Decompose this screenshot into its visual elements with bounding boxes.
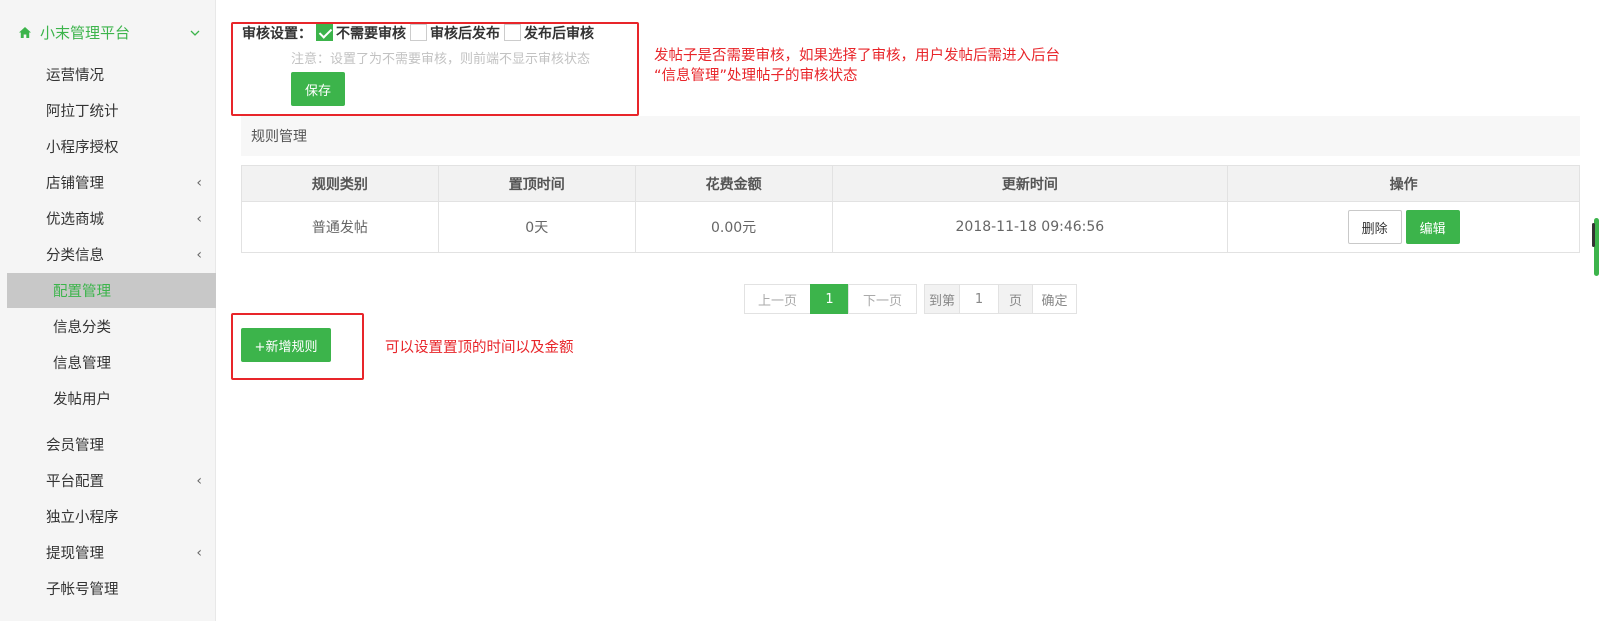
option-no-review-label[interactable]: 不需要审核 (336, 23, 406, 43)
chevron-left-icon: ‹ (196, 544, 202, 561)
sidebar-item-label: 运营情况 (46, 68, 104, 84)
sidebar-item-standalone-miniapp[interactable]: 独立小程序 (0, 499, 216, 534)
option-no-review-checkbox[interactable] (316, 24, 333, 41)
edit-button[interactable]: 编辑 (1405, 210, 1460, 244)
sidebar-item-label: 子帐号管理 (46, 582, 119, 598)
sidebar-item-config[interactable]: 配置管理 (7, 273, 216, 308)
save-button[interactable]: 保存 (291, 72, 345, 106)
pagination-page-unit: 页 (998, 284, 1033, 314)
scrollbar-thumb[interactable] (1592, 223, 1595, 247)
cell-actions: 删除 编辑 (1227, 201, 1580, 253)
sidebar-item-info-manage[interactable]: 信息管理 (0, 345, 216, 380)
cell-cost: 0.00元 (634, 201, 833, 253)
column-header-actions: 操作 (1227, 165, 1580, 202)
column-header-cost: 花费金额 (634, 165, 833, 202)
sidebar-item-label: 配置管理 (53, 284, 111, 300)
sidebar-item-miniapp-auth[interactable]: 小程序授权 (0, 129, 216, 164)
review-annotation-line2: “信息管理”处理帖子的审核状态 (654, 68, 858, 84)
add-rule-annotation: 可以设置置顶的时间以及金额 (385, 340, 574, 356)
sidebar: 小末管理平台 运营情况 阿拉丁统计 小程序授权 店铺管理 ‹ 优选商城 ‹ 分类信息… (0, 0, 216, 621)
sidebar-item-label: 分类信息 (46, 248, 104, 264)
chevron-left-icon: ‹ (196, 472, 202, 489)
pagination-confirm-button[interactable]: 确定 (1032, 284, 1077, 314)
rules-section-header: 规则管理 (241, 116, 1580, 156)
cell-updated: 2018-11-18 09:46:56 (831, 201, 1229, 253)
sidebar-item-label: 会员管理 (46, 438, 104, 454)
sidebar-item-label: 信息分类 (53, 320, 111, 336)
review-annotation-line1: 发帖子是否需要审核，如果选择了审核，用户发帖后需进入后台 (654, 48, 1060, 64)
sidebar-item-label: 独立小程序 (46, 510, 119, 526)
sidebar-item-label: 店铺管理 (46, 176, 104, 192)
sidebar-item-label: 提现管理 (46, 546, 104, 562)
table-header-row: 规则类别 置顶时间 花费金额 更新时间 操作 (241, 165, 1580, 202)
chevron-left-icon: ‹ (196, 174, 202, 191)
sidebar-item-subaccounts[interactable]: 子帐号管理 (0, 571, 216, 606)
option-review-before-publish-label[interactable]: 审核后发布 (430, 23, 500, 43)
sidebar-item-label: 发帖用户 (53, 392, 111, 408)
sidebar-item-operations[interactable]: 运营情况 (0, 57, 216, 92)
table-row: 普通发帖 0天 0.00元 2018-11-18 09:46:56 删除 编辑 (241, 201, 1580, 253)
option-review-before-publish-checkbox[interactable] (410, 24, 427, 41)
review-note: 注意：设置了为不需要审核，则前端不显示审核状态 (291, 52, 591, 67)
sidebar-item-aladdin-stats[interactable]: 阿拉丁统计 (0, 93, 216, 128)
option-review-after-publish-checkbox[interactable] (504, 24, 521, 41)
sidebar-item-label: 平台配置 (46, 474, 104, 490)
sidebar-header-title: 小末管理平台 (40, 23, 131, 42)
rules-table: 规则类别 置顶时间 花费金额 更新时间 操作 普通发帖 0天 0.00元 201… (241, 165, 1580, 253)
add-rule-button[interactable]: +新增规则 (241, 328, 331, 362)
chevron-left-icon: ‹ (196, 210, 202, 227)
delete-button[interactable]: 删除 (1347, 210, 1402, 244)
sidebar-item-label: 阿拉丁统计 (46, 104, 119, 120)
sidebar-item-members[interactable]: 会员管理 (0, 427, 216, 462)
sidebar-item-info-category[interactable]: 信息分类 (0, 309, 216, 344)
column-header-updated: 更新时间 (831, 165, 1229, 202)
sidebar-item-withdraw[interactable]: 提现管理 ‹ (0, 535, 216, 570)
column-header-category: 规则类别 (241, 165, 439, 202)
sidebar-header[interactable]: 小末管理平台 (0, 14, 216, 50)
sidebar-item-label: 信息管理 (53, 356, 111, 372)
home-icon (16, 26, 34, 39)
sidebar-item-store[interactable]: 店铺管理 ‹ (0, 165, 216, 200)
column-header-top-time: 置顶时间 (437, 165, 636, 202)
chevron-left-icon: ‹ (196, 246, 202, 263)
pagination-page-input[interactable]: 1 (959, 284, 999, 314)
review-settings-label: 审核设置： (242, 26, 312, 42)
pagination-goto-label: 到第 (924, 284, 960, 314)
option-review-after-publish-label[interactable]: 发布后审核 (524, 23, 594, 43)
cell-top-time: 0天 (437, 201, 636, 253)
sidebar-item-label: 优选商城 (46, 212, 104, 228)
sidebar-item-post-users[interactable]: 发帖用户 (0, 381, 216, 416)
pagination-page-1[interactable]: 1 (810, 284, 849, 314)
pagination-prev[interactable]: 上一页 (744, 284, 811, 314)
sidebar-item-platform-config[interactable]: 平台配置 ‹ (0, 463, 216, 498)
sidebar-item-mall[interactable]: 优选商城 ‹ (0, 201, 216, 236)
cell-category: 普通发帖 (241, 201, 439, 253)
sidebar-item-classified[interactable]: 分类信息 ‹ (0, 237, 216, 272)
rules-section-title: 规则管理 (251, 129, 307, 145)
chevron-down-icon (190, 26, 200, 39)
sidebar-item-label: 小程序授权 (46, 140, 119, 156)
pagination-next[interactable]: 下一页 (848, 284, 917, 314)
